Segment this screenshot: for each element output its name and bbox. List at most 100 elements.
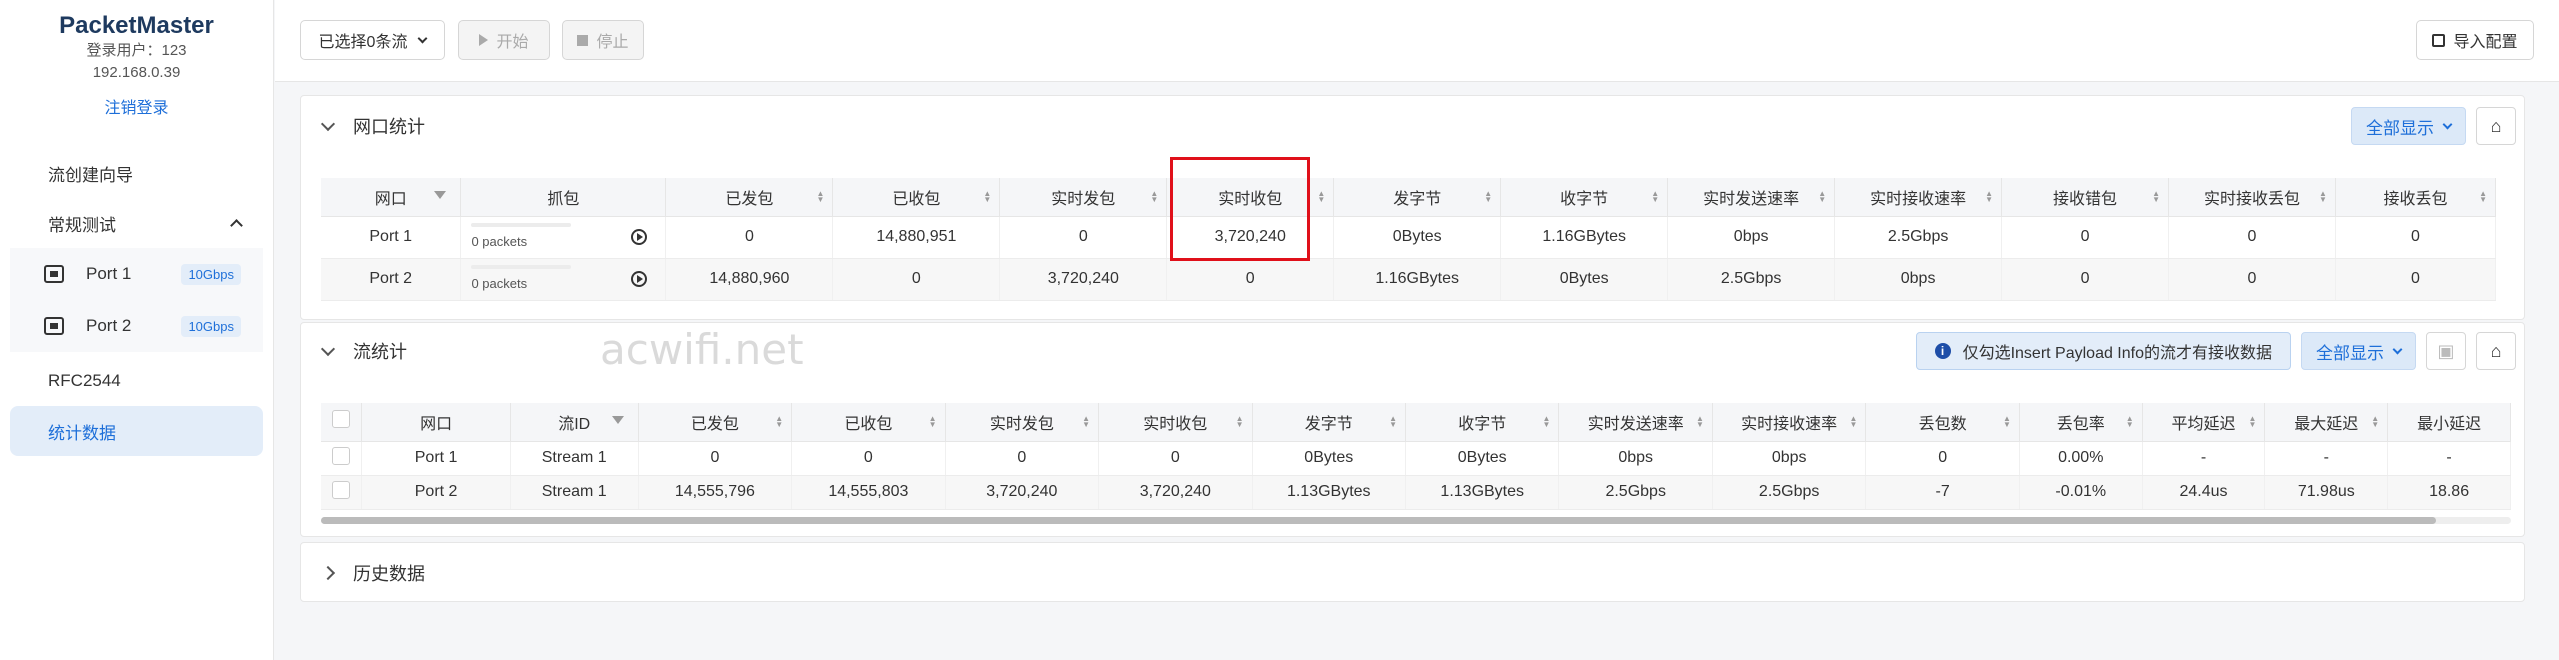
column-header[interactable]: 最大延迟 ▲ ▼ bbox=[2264, 403, 2389, 442]
cell-drop: 0 bbox=[2335, 216, 2497, 259]
chevron-up-icon bbox=[230, 219, 243, 232]
sort-icon[interactable]: ▲ ▼ bbox=[775, 415, 783, 429]
column-header[interactable]: 实时接收速率 ▲ ▼ bbox=[1834, 178, 2003, 217]
user-label: 登录用户：123 bbox=[86, 42, 187, 59]
port-stats-section: 网口统计 全部显示 ⌂ 网口 抓包 已发包 ▲ ▼ 已收包 ▲ ▼ 实时发包 ▲ ▼ 实时收… bbox=[300, 95, 2525, 320]
cell-rt-sent: 0 bbox=[945, 441, 1100, 476]
header-label: 抓包 bbox=[547, 190, 580, 208]
history-header[interactable]: 历史数据 bbox=[301, 543, 2524, 603]
column-header[interactable]: 网口 bbox=[321, 178, 462, 217]
basket-icon[interactable]: ⌂ bbox=[2476, 332, 2516, 370]
sort-icon[interactable]: ▲ ▼ bbox=[1543, 415, 1551, 429]
sort-icon[interactable]: ▲ ▼ bbox=[2003, 415, 2011, 429]
horizontal-scrollbar[interactable] bbox=[321, 517, 2511, 524]
table-header-row: 网口 流ID 已发包 ▲ ▼ 已收包 ▲ ▼ 实时发包 ▲ ▼ 实时收包 ▲ ▼ 发字节 ▲ ▼ 收… bbox=[321, 403, 2511, 442]
select-all-checkbox[interactable] bbox=[332, 410, 351, 429]
stream-select-dropdown[interactable]: 已选择0条流 bbox=[300, 20, 445, 60]
port-stats-header[interactable]: 网口统计 全部显示 ⌂ bbox=[301, 96, 2524, 156]
sort-icon[interactable]: ▲ ▼ bbox=[1236, 415, 1244, 429]
sort-icon[interactable]: ▲ ▼ bbox=[1150, 190, 1158, 204]
sort-icon[interactable]: ▲ ▼ bbox=[1317, 190, 1325, 204]
logout-link[interactable]: 注销登录 bbox=[104, 94, 168, 118]
row-checkbox[interactable] bbox=[332, 480, 351, 499]
cell-max-latency: 71.98us bbox=[2264, 475, 2389, 510]
import-config-button[interactable]: 导入配置 bbox=[2416, 20, 2534, 60]
cell-select[interactable] bbox=[321, 441, 363, 476]
column-header[interactable]: 丢包数 ▲ ▼ bbox=[1865, 403, 2020, 442]
sort-icon[interactable]: ▲ ▼ bbox=[816, 190, 824, 204]
sort-icon[interactable]: ▲ ▼ bbox=[929, 415, 937, 429]
column-header[interactable]: 接收丢包 ▲ ▼ bbox=[2335, 178, 2497, 217]
column-header[interactable]: 实时接收丢包 ▲ ▼ bbox=[2168, 178, 2336, 217]
column-header[interactable]: 最小延迟 bbox=[2387, 403, 2511, 442]
column-header[interactable]: 收字节 ▲ ▼ bbox=[1405, 403, 1560, 442]
sort-icon[interactable]: ▲ ▼ bbox=[1985, 190, 1993, 204]
sort-icon[interactable]: ▲ ▼ bbox=[1082, 415, 1090, 429]
play-circle-icon[interactable] bbox=[631, 271, 648, 287]
column-header[interactable]: 发字节 ▲ ▼ bbox=[1252, 403, 1407, 442]
nav-item-port-2[interactable]: Port 2 10Gbps bbox=[10, 300, 263, 352]
basket-icon[interactable]: ⌂ bbox=[2476, 107, 2516, 145]
sort-icon[interactable]: ▲ ▼ bbox=[1651, 190, 1659, 204]
cell-select[interactable] bbox=[321, 475, 363, 510]
display-all-dropdown[interactable]: 全部显示 bbox=[2301, 332, 2416, 370]
cell-drop: 0 bbox=[2335, 258, 2497, 301]
sort-icon[interactable]: ▲ ▼ bbox=[1849, 415, 1857, 429]
sort-icon[interactable]: ▲ ▼ bbox=[1696, 415, 1704, 429]
nav-item-port-1[interactable]: Port 1 10Gbps bbox=[10, 248, 263, 300]
sort-icon[interactable]: ▲ ▼ bbox=[2126, 415, 2134, 429]
cell-tx-rate: 2.5Gbps bbox=[1667, 258, 1836, 301]
nav-item-regular-test[interactable]: 常规测试 bbox=[10, 198, 263, 248]
table-row[interactable]: Port 1 0 packets 0 14,880,951 0 3,720,24… bbox=[321, 216, 2497, 259]
column-header[interactable]: 实时发送速率 ▲ ▼ bbox=[1558, 403, 1713, 442]
sort-icon[interactable]: ▲ ▼ bbox=[1818, 190, 1826, 204]
header-label: 接收错包 bbox=[2053, 190, 2118, 208]
column-header[interactable]: 流ID bbox=[510, 403, 639, 442]
start-button[interactable]: 开始 bbox=[458, 20, 550, 60]
column-header[interactable]: 收字节 ▲ ▼ bbox=[1500, 178, 1669, 217]
cell-rx-err: 0 bbox=[2001, 258, 2170, 301]
play-circle-icon[interactable] bbox=[631, 229, 648, 245]
table-row[interactable]: Port 2 0 packets 14,880,960 0 3,720,240 … bbox=[321, 258, 2497, 301]
column-header[interactable]: 实时接收速率 ▲ ▼ bbox=[1712, 403, 1867, 442]
nav-item-stats[interactable]: 统计数据 bbox=[10, 406, 263, 456]
sort-icon[interactable]: ▲ ▼ bbox=[2152, 190, 2160, 204]
filter-icon[interactable] bbox=[611, 416, 624, 424]
scrollbar-thumb[interactable] bbox=[321, 517, 2436, 524]
column-header[interactable]: 丢包率 ▲ ▼ bbox=[2019, 403, 2143, 442]
table-row[interactable]: Port 2 Stream 1 14,555,796 14,555,803 3,… bbox=[321, 475, 2511, 510]
column-header[interactable]: 实时发包 ▲ ▼ bbox=[999, 178, 1168, 217]
capture-progress bbox=[471, 265, 572, 269]
header-label: 最小延迟 bbox=[2417, 415, 2482, 433]
row-checkbox[interactable] bbox=[332, 446, 351, 465]
table-row[interactable]: Port 1 Stream 1 0 0 0 0 0Bytes 0Bytes 0b… bbox=[321, 441, 2511, 476]
header-label: 接收丢包 bbox=[2383, 190, 2448, 208]
column-header[interactable]: 实时收包 ▲ ▼ bbox=[1098, 403, 1253, 442]
stop-button[interactable]: 停止 bbox=[562, 20, 644, 60]
column-header[interactable]: 已发包 ▲ ▼ bbox=[665, 178, 834, 217]
sort-icon[interactable]: ▲ ▼ bbox=[2248, 415, 2256, 429]
sort-icon[interactable]: ▲ ▼ bbox=[2479, 190, 2487, 204]
select-all-header[interactable] bbox=[321, 403, 363, 442]
nav-item-wizard[interactable]: 流创建向导 bbox=[10, 148, 263, 198]
column-header[interactable]: 已收包 ▲ ▼ bbox=[832, 178, 1001, 217]
sort-icon[interactable]: ▲ ▼ bbox=[1389, 415, 1397, 429]
header-label: 实时接收丢包 bbox=[2203, 190, 2300, 208]
column-header[interactable]: 已收包 ▲ ▼ bbox=[791, 403, 946, 442]
display-all-dropdown[interactable]: 全部显示 bbox=[2351, 107, 2466, 145]
sort-icon[interactable]: ▲ ▼ bbox=[983, 190, 991, 204]
sort-icon[interactable]: ▲ ▼ bbox=[1484, 190, 1492, 204]
filter-icon[interactable] bbox=[434, 191, 447, 199]
column-header[interactable]: 平均延迟 ▲ ▼ bbox=[2142, 403, 2266, 442]
save-icon[interactable]: ▣ bbox=[2426, 332, 2466, 370]
nav-item-rfc2544[interactable]: RFC2544 bbox=[10, 356, 263, 406]
stop-label: 停止 bbox=[596, 34, 629, 51]
column-header[interactable]: 已发包 ▲ ▼ bbox=[638, 403, 793, 442]
sort-icon[interactable]: ▲ ▼ bbox=[2371, 415, 2379, 429]
sort-icon[interactable]: ▲ ▼ bbox=[2319, 190, 2327, 204]
column-header[interactable]: 发字节 ▲ ▼ bbox=[1333, 178, 1502, 217]
column-header[interactable]: 实时发包 ▲ ▼ bbox=[945, 403, 1100, 442]
column-header[interactable]: 实时发送速率 ▲ ▼ bbox=[1667, 178, 1836, 217]
header-label: 丢包率 bbox=[2056, 415, 2105, 433]
column-header[interactable]: 接收错包 ▲ ▼ bbox=[2001, 178, 2170, 217]
